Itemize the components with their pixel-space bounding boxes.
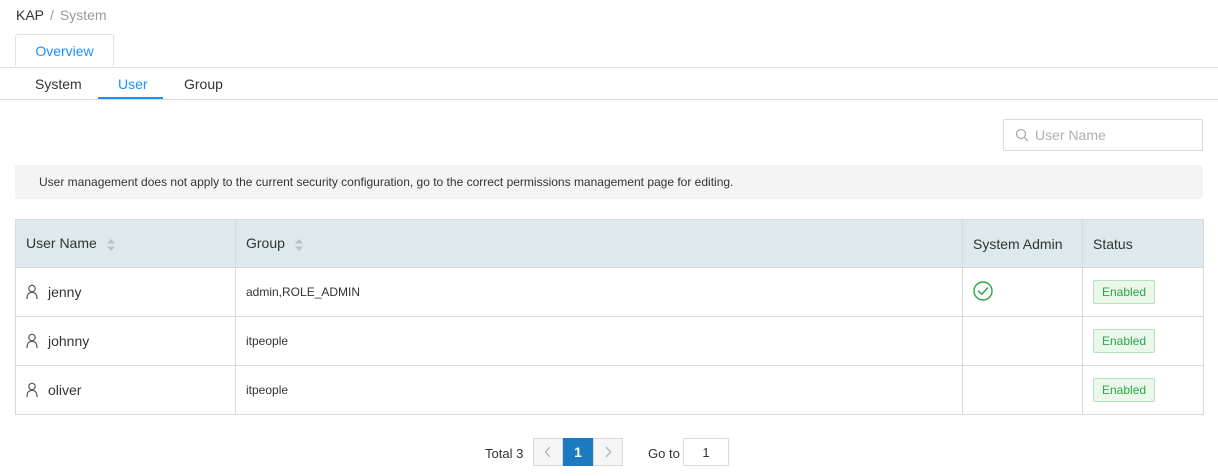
next-page-button[interactable] — [593, 438, 623, 466]
status-badge: Enabled — [1093, 280, 1156, 304]
goto-label: Go to — [648, 446, 680, 461]
user-name: oliver — [48, 382, 82, 398]
table-row: jenny admin,ROLE_ADMIN Enabled — [15, 267, 1204, 317]
table-header-row: User Name Group System Admin Status — [15, 219, 1204, 268]
user-icon — [26, 382, 38, 398]
group-cell: admin,ROLE_ADMIN — [235, 267, 963, 317]
column-header-system-admin: System Admin — [962, 219, 1083, 268]
sort-icon[interactable] — [294, 238, 304, 252]
breadcrumb-current: System — [59, 7, 107, 23]
tab-group[interactable]: Group — [184, 76, 223, 92]
breadcrumb: KAP / System — [16, 7, 107, 23]
pagination-total: Total 3 — [485, 446, 524, 461]
check-circle-icon — [973, 280, 993, 301]
goto-page-input[interactable] — [683, 438, 729, 466]
search-icon — [1015, 128, 1029, 142]
system-admin-cell — [962, 365, 1083, 415]
search-input[interactable] — [1035, 127, 1195, 143]
sort-icon[interactable] — [106, 238, 116, 252]
users-table: User Name Group System Admin Status jenn… — [15, 219, 1204, 415]
column-header-label: User Name — [26, 235, 97, 252]
column-header-status: Status — [1082, 219, 1204, 268]
system-admin-cell — [962, 267, 1083, 317]
page-number-button[interactable]: 1 — [563, 438, 593, 466]
table-row: johnny itpeople Enabled — [15, 316, 1204, 366]
tab-user[interactable]: User — [118, 76, 148, 92]
subtab-bar: System User Group — [0, 67, 1218, 100]
tab-overview[interactable]: Overview — [15, 34, 114, 67]
status-cell: Enabled — [1082, 365, 1204, 415]
chevron-right-icon — [605, 446, 612, 458]
breadcrumb-separator: / — [50, 7, 54, 23]
user-name: jenny — [48, 284, 82, 300]
user-icon — [26, 333, 38, 349]
status-badge: Enabled — [1093, 378, 1156, 402]
subtab-divider — [0, 99, 1218, 100]
prev-page-button[interactable] — [533, 438, 563, 466]
notice-banner: User management does not apply to the cu… — [15, 165, 1203, 199]
table-row: oliver itpeople Enabled — [15, 365, 1204, 415]
system-admin-cell — [962, 316, 1083, 366]
group-cell: itpeople — [235, 365, 963, 415]
user-name: johnny — [48, 333, 90, 349]
column-header-group[interactable]: Group — [235, 219, 963, 268]
active-tab-indicator — [98, 97, 163, 99]
user-icon — [26, 284, 38, 300]
search-box — [1003, 119, 1203, 151]
group-cell: itpeople — [235, 316, 963, 366]
tab-system[interactable]: System — [35, 76, 82, 92]
status-cell: Enabled — [1082, 267, 1204, 317]
status-badge: Enabled — [1093, 329, 1156, 353]
column-header-label: Group — [246, 235, 285, 252]
pagination: Total 3 1 Go to — [0, 438, 1218, 468]
breadcrumb-root[interactable]: KAP — [16, 7, 44, 23]
column-header-user-name[interactable]: User Name — [15, 219, 236, 268]
chevron-left-icon — [544, 446, 551, 458]
status-cell: Enabled — [1082, 316, 1204, 366]
